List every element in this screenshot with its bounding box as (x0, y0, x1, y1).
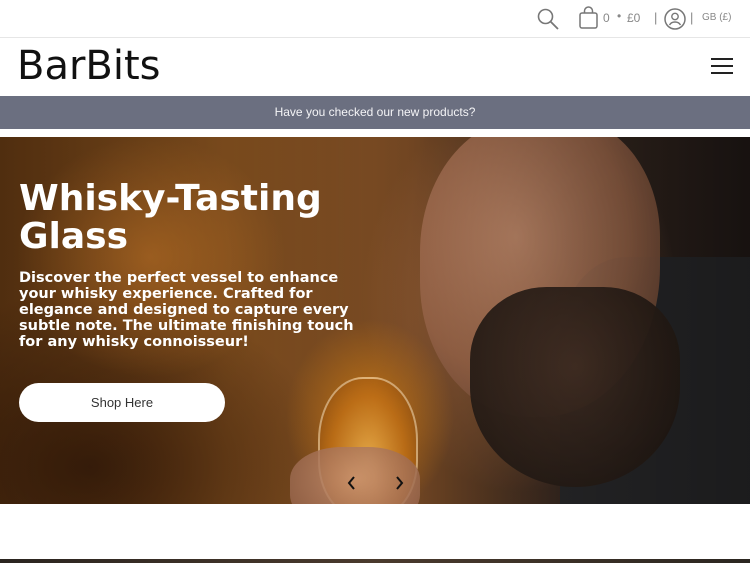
next-section-preview (0, 559, 750, 563)
shop-here-button[interactable]: Shop Here (19, 383, 225, 422)
chevron-right-icon[interactable] (390, 472, 408, 494)
hero-banner: Whisky-Tasting Glass Discover the perfec… (0, 137, 750, 504)
cart-total: £0 (627, 11, 641, 25)
divider: | (654, 10, 658, 25)
site-header: BarBits (0, 39, 750, 96)
logo[interactable]: BarBits (17, 43, 160, 89)
chevron-left-icon[interactable] (343, 472, 361, 494)
cart-count: 0 (603, 11, 610, 25)
locale-selector[interactable]: GB (£) (702, 12, 731, 23)
account-icon[interactable] (664, 8, 686, 30)
cart-icon[interactable] (578, 6, 600, 30)
hero-title: Whisky-Tasting Glass (19, 178, 322, 257)
hamburger-menu-icon[interactable] (711, 58, 733, 76)
utility-bar: 0 • £0 | | GB (£) (0, 0, 750, 38)
search-icon[interactable] (536, 7, 560, 31)
divider: | (690, 10, 694, 25)
cart-separator: • (617, 9, 622, 23)
hero-description: Discover the perfect vessel to enhance y… (19, 270, 354, 350)
announcement-bar: Have you checked our new products? (0, 96, 750, 129)
